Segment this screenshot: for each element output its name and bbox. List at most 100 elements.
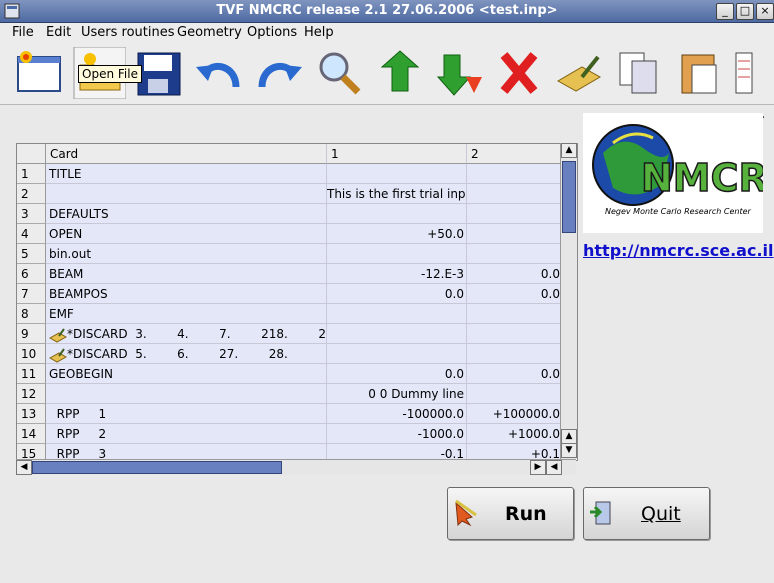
- grid-row[interactable]: 6 BEAM -12.E-3 0.0: [17, 264, 561, 284]
- redo-icon[interactable]: [252, 47, 306, 99]
- field-2-cell[interactable]: [467, 384, 561, 404]
- card-cell[interactable]: bin.out: [46, 244, 327, 264]
- grid-row[interactable]: 2 This is the first trial inpu: [17, 184, 561, 204]
- card-cell[interactable]: [46, 384, 327, 404]
- card-cell[interactable]: DEFAULTS: [46, 204, 327, 224]
- search-icon[interactable]: [312, 47, 366, 99]
- field-2-cell[interactable]: [467, 244, 561, 264]
- field-1-cell[interactable]: [327, 304, 467, 324]
- undo-icon[interactable]: [192, 47, 246, 99]
- field-1-cell[interactable]: This is the first trial inpu: [327, 184, 467, 204]
- field-2-cell[interactable]: [467, 224, 561, 244]
- minimize-button[interactable]: _: [716, 3, 734, 20]
- field-2-cell[interactable]: [467, 204, 561, 224]
- grid-row[interactable]: 10 *DISCARD 5. 6. 27. 28.: [17, 344, 561, 364]
- field-1-cell[interactable]: -100000.0: [327, 404, 467, 424]
- grid-row[interactable]: 4 OPEN +50.0: [17, 224, 561, 244]
- scroll-right-button[interactable]: ▶: [530, 460, 546, 475]
- field-1-cell[interactable]: [327, 164, 467, 184]
- grid-row[interactable]: 14 RPP 2 -1000.0 +1000.0: [17, 424, 561, 444]
- card-cell[interactable]: RPP 2: [46, 424, 327, 444]
- comment-card-icon: [48, 327, 68, 343]
- paste-icon[interactable]: [672, 47, 726, 99]
- field-2-cell[interactable]: [467, 164, 561, 184]
- title-bar[interactable]: TVF NMCRC release 2.1 27.06.2006 <test.i…: [0, 0, 774, 23]
- field-1-cell[interactable]: [327, 344, 467, 364]
- card-cell[interactable]: BEAMPOS: [46, 284, 327, 304]
- column-header-2[interactable]: 2: [467, 144, 561, 164]
- field-2-cell[interactable]: 0.0: [467, 264, 561, 284]
- grid-row[interactable]: 3 DEFAULTS: [17, 204, 561, 224]
- grid-row[interactable]: 11 GEOBEGIN 0.0 0.0: [17, 364, 561, 384]
- maximize-button[interactable]: □: [736, 3, 754, 20]
- card-cell[interactable]: *DISCARD 3. 4. 7. 218. 2: [46, 324, 327, 344]
- scroll-up-button-lower[interactable]: ▲: [561, 429, 577, 444]
- field-1-cell-text: -12.E-3: [421, 267, 464, 281]
- run-button[interactable]: Run: [447, 487, 574, 540]
- vertical-scroll-thumb[interactable]: [562, 161, 576, 233]
- move-down-icon[interactable]: [432, 47, 486, 99]
- card-cell[interactable]: *DISCARD 5. 6. 27. 28.: [46, 344, 327, 364]
- card-cell[interactable]: EMF: [46, 304, 327, 324]
- menu-users-routines[interactable]: Users routines: [81, 25, 175, 40]
- menu-help[interactable]: Help: [304, 25, 334, 40]
- scroll-left-button[interactable]: ◀: [16, 460, 32, 475]
- field-1-cell[interactable]: [327, 244, 467, 264]
- scroll-up-button[interactable]: ▲: [561, 143, 577, 158]
- edit-card-icon[interactable]: [552, 47, 606, 99]
- scroll-down-button[interactable]: ▼: [561, 443, 577, 458]
- menu-file[interactable]: File: [12, 25, 34, 40]
- column-header-1[interactable]: 1: [327, 144, 467, 164]
- horizontal-scrollbar[interactable]: ◀ ▶ ◀: [16, 459, 576, 475]
- row-number-text: 12: [21, 387, 37, 401]
- grid-row[interactable]: 13 RPP 1 -100000.0 +100000.0: [17, 404, 561, 424]
- grid-row[interactable]: 1 TITLE: [17, 164, 561, 184]
- field-2-cell[interactable]: [467, 184, 561, 204]
- field-1-cell[interactable]: -1000.0: [327, 424, 467, 444]
- field-2-cell[interactable]: [467, 344, 561, 364]
- field-2-cell[interactable]: +1000.0: [467, 424, 561, 444]
- new-file-icon[interactable]: [12, 47, 66, 99]
- menu-edit[interactable]: Edit: [46, 25, 71, 40]
- card-cell[interactable]: TITLE: [46, 164, 327, 184]
- move-up-icon[interactable]: [372, 47, 426, 99]
- field-2-cell[interactable]: 0.0: [467, 364, 561, 384]
- grid-row[interactable]: 7 BEAMPOS 0.0 0.0: [17, 284, 561, 304]
- field-1-cell[interactable]: 0 0 Dummy line: [327, 384, 467, 404]
- grid-row[interactable]: 8 EMF: [17, 304, 561, 324]
- field-2-cell[interactable]: [467, 324, 561, 344]
- field-2-cell[interactable]: [467, 304, 561, 324]
- vertical-scrollbar[interactable]: ▲ ▲ ▼: [560, 143, 577, 459]
- card-cell[interactable]: OPEN: [46, 224, 327, 244]
- input-card-grid[interactable]: Card 1 2 1 TITLE 2 This is the first trial …: [16, 143, 578, 461]
- delete-x-icon[interactable]: [492, 47, 546, 99]
- field-1-cell[interactable]: 0.0: [327, 284, 467, 304]
- field-1-cell[interactable]: -12.E-3: [327, 264, 467, 284]
- quit-button[interactable]: Quit: [583, 487, 710, 540]
- grid-row[interactable]: 9 *DISCARD 3. 4. 7. 218. 2: [17, 324, 561, 344]
- field-2-cell[interactable]: 0.0: [467, 284, 561, 304]
- column-header-card[interactable]: Card: [46, 144, 327, 164]
- card-cell[interactable]: RPP 1: [46, 404, 327, 424]
- field-2-cell[interactable]: +100000.0: [467, 404, 561, 424]
- copy-icon[interactable]: [612, 47, 666, 99]
- menu-options[interactable]: Options: [247, 25, 297, 40]
- field-1-cell[interactable]: [327, 204, 467, 224]
- menu-bar: File Edit Users routines Geometry Option…: [0, 23, 774, 44]
- field-1-cell-text: -1000.0: [417, 427, 464, 441]
- grid-row[interactable]: 5 bin.out: [17, 244, 561, 264]
- card-cell[interactable]: GEOBEGIN: [46, 364, 327, 384]
- notepad-icon[interactable]: [732, 47, 754, 99]
- nmcrc-website-link[interactable]: http://nmcrc.sce.ac.il: [583, 241, 774, 260]
- grid-row[interactable]: 12 0 0 Dummy line: [17, 384, 561, 404]
- menu-geometry[interactable]: Geometry: [177, 25, 242, 40]
- field-1-cell[interactable]: +50.0: [327, 224, 467, 244]
- close-button[interactable]: ×: [756, 3, 774, 20]
- field-1-cell[interactable]: 0.0: [327, 364, 467, 384]
- card-cell[interactable]: [46, 184, 327, 204]
- card-cell[interactable]: BEAM: [46, 264, 327, 284]
- row-number: 13: [17, 404, 46, 424]
- scroll-left-right-button[interactable]: ◀: [546, 460, 562, 475]
- horizontal-scroll-thumb[interactable]: [32, 461, 282, 474]
- field-1-cell[interactable]: [327, 324, 467, 344]
